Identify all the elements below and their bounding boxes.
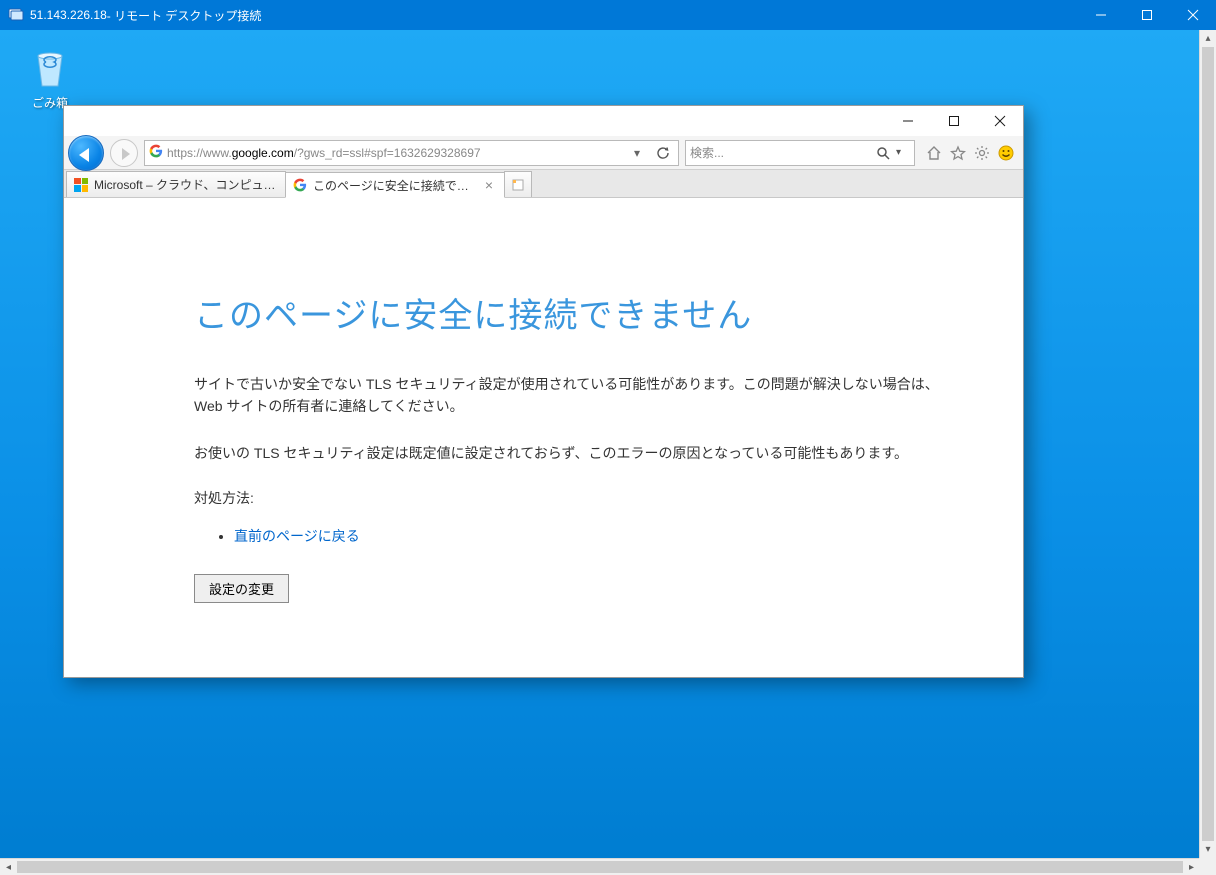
toolbar-icons	[921, 142, 1019, 164]
search-icon[interactable]	[874, 146, 892, 160]
ie-window: https://www.google.com/?gws_rd=ssl#spf=1…	[63, 105, 1024, 678]
scrollbar-corner	[1199, 858, 1216, 875]
go-back-link[interactable]: 直前のページに戻る	[234, 528, 360, 544]
hscroll-thumb[interactable]	[17, 861, 1183, 873]
smiley-icon[interactable]	[995, 142, 1017, 164]
error-howto-label: 対処方法:	[194, 488, 963, 508]
ie-close-button[interactable]	[977, 106, 1023, 136]
address-bar[interactable]: https://www.google.com/?gws_rd=ssl#spf=1…	[144, 140, 679, 166]
google-favicon	[292, 177, 308, 193]
ie-maximize-button[interactable]	[931, 106, 977, 136]
nav-back-button[interactable]	[68, 135, 104, 171]
rdp-title-suffix: - リモート デスクトップ接続	[107, 7, 262, 24]
rdp-vertical-scrollbar[interactable]: ▴ ▾	[1199, 30, 1216, 858]
tab-microsoft[interactable]: Microsoft – クラウド、コンピューター...	[66, 171, 286, 197]
new-tab-icon	[511, 178, 525, 192]
address-favicon	[149, 144, 163, 161]
search-input[interactable]	[690, 146, 870, 160]
ie-content: このページに安全に接続できません サイトで古いか安全でない TLS セキュリティ…	[64, 198, 1023, 677]
nav-forward-button[interactable]	[110, 139, 138, 167]
rdp-app-icon	[8, 7, 24, 23]
vscroll-thumb[interactable]	[1202, 47, 1214, 841]
microsoft-favicon	[73, 177, 89, 193]
rdp-close-button[interactable]	[1170, 0, 1216, 30]
scroll-left-arrow[interactable]: ◂	[0, 859, 17, 875]
error-paragraph-2: お使いの TLS セキュリティ設定は既定値に設定されておらず、このエラーの原因と…	[194, 442, 954, 464]
refresh-button[interactable]	[652, 146, 674, 160]
tab-close-button[interactable]: ×	[482, 178, 496, 192]
rdp-horizontal-scrollbar[interactable]: ◂ ▸	[0, 858, 1200, 875]
change-settings-button[interactable]: 設定の変更	[194, 574, 289, 603]
ie-titlebar[interactable]	[64, 106, 1023, 136]
error-heading: このページに安全に接続できません	[194, 288, 963, 337]
scroll-right-arrow[interactable]: ▸	[1183, 859, 1200, 875]
error-paragraph-1: サイトで古いか安全でない TLS セキュリティ設定が使用されている可能性がありま…	[194, 373, 954, 418]
rdp-titlebar: 51.143.226.18 - リモート デスクトップ接続	[0, 0, 1216, 30]
recycle-bin-icon	[26, 42, 74, 90]
rdp-minimize-button[interactable]	[1078, 0, 1124, 30]
ie-minimize-button[interactable]	[885, 106, 931, 136]
tools-icon[interactable]	[971, 142, 993, 164]
tab-title: Microsoft – クラウド、コンピューター...	[94, 176, 277, 193]
rdp-client-area: ごみ箱	[0, 30, 1216, 875]
scroll-down-arrow[interactable]: ▾	[1200, 841, 1216, 858]
rdp-title-ip: 51.143.226.18	[30, 8, 107, 22]
error-action-list: 直前のページに戻る	[234, 526, 963, 546]
ie-toolbar: https://www.google.com/?gws_rd=ssl#spf=1…	[64, 136, 1023, 170]
tab-title: このページに安全に接続できません	[313, 177, 477, 194]
remote-desktop[interactable]: ごみ箱	[0, 30, 1199, 858]
search-dropdown-icon[interactable]: ▾	[896, 147, 910, 158]
tab-error-page[interactable]: このページに安全に接続できません ×	[285, 172, 505, 198]
home-icon[interactable]	[923, 142, 945, 164]
address-url: https://www.google.com/?gws_rd=ssl#spf=1…	[167, 146, 622, 160]
search-box[interactable]: ▾	[685, 140, 915, 166]
scroll-up-arrow[interactable]: ▴	[1200, 30, 1216, 47]
address-dropdown-icon[interactable]: ▾	[626, 146, 648, 160]
favorites-icon[interactable]	[947, 142, 969, 164]
new-tab-button[interactable]	[504, 171, 532, 197]
tab-strip: Microsoft – クラウド、コンピューター... このページに安全に接続で…	[64, 170, 1023, 198]
desktop-icon-recycle-bin[interactable]: ごみ箱	[12, 42, 88, 111]
rdp-maximize-button[interactable]	[1124, 0, 1170, 30]
